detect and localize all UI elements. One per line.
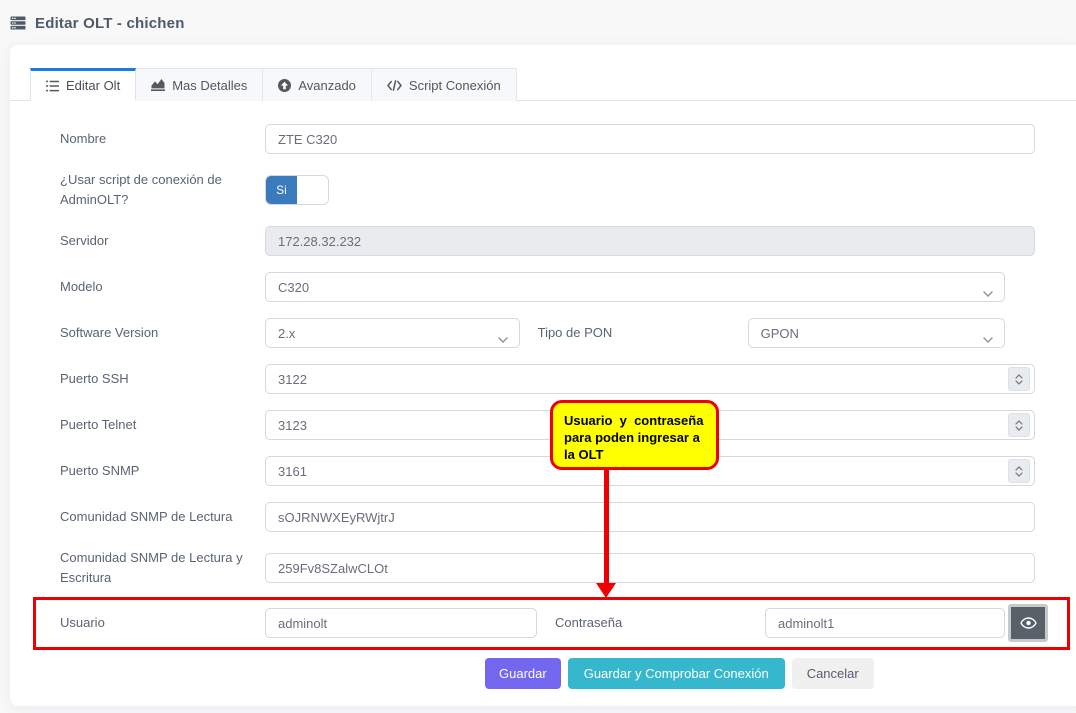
row-puerto-telnet: Puerto Telnet bbox=[60, 410, 1005, 440]
chevron-down-icon bbox=[498, 331, 508, 346]
row-puerto-ssh: Puerto SSH bbox=[60, 364, 1005, 394]
annotation-arrow bbox=[604, 470, 609, 584]
cancelar-button[interactable]: Cancelar bbox=[792, 658, 874, 689]
page-title: Editar OLT - chichen bbox=[35, 15, 185, 32]
puerto-ssh-label: Puerto SSH bbox=[60, 369, 265, 389]
comunidad-escritura-label: Comunidad SNMP de Lectura y Escritura bbox=[60, 548, 265, 588]
row-usuario-contrasena: Usuario Contraseña bbox=[60, 604, 1005, 642]
annotation-arrowhead bbox=[596, 583, 616, 598]
puerto-ssh-input[interactable] bbox=[265, 364, 1035, 394]
software-version-select[interactable]: 2.x bbox=[265, 318, 520, 348]
servidor-label: Servidor bbox=[60, 231, 265, 251]
callout-line: para poden ingresar a bbox=[564, 429, 710, 446]
arrow-circle-up-icon bbox=[278, 79, 291, 92]
form-actions: Guardar Guardar y Comprobar Conexión Can… bbox=[485, 658, 1005, 689]
tab-avanzado[interactable]: Avanzado bbox=[263, 68, 372, 101]
software-version-value: 2.x bbox=[278, 326, 295, 341]
number-stepper[interactable] bbox=[1008, 367, 1030, 391]
comunidad-escritura-input[interactable] bbox=[265, 553, 1035, 583]
usar-script-label: ¿Usar script de conexión de AdminOLT? bbox=[60, 170, 265, 210]
usar-script-toggle[interactable]: Si bbox=[265, 175, 329, 205]
toggle-off-segment bbox=[297, 176, 328, 204]
server-icon bbox=[10, 16, 26, 31]
chevron-down-icon bbox=[983, 331, 993, 346]
callout-line: la OLT bbox=[564, 446, 710, 463]
tipo-pon-select[interactable]: GPON bbox=[748, 318, 1005, 348]
puerto-telnet-label: Puerto Telnet bbox=[60, 415, 265, 435]
edit-olt-card: Editar Olt Mas Detalles Avanzado Script … bbox=[10, 45, 1076, 706]
callout-line: Usuario y contraseña bbox=[564, 412, 710, 429]
edit-olt-form: Nombre ¿Usar script de conexión de Admin… bbox=[10, 101, 1005, 689]
usuario-label: Usuario bbox=[60, 613, 265, 633]
show-password-button[interactable] bbox=[1008, 604, 1048, 642]
list-icon bbox=[46, 80, 59, 92]
modelo-label: Modelo bbox=[60, 277, 265, 297]
tipo-pon-label: Tipo de PON bbox=[520, 323, 748, 343]
number-stepper[interactable] bbox=[1008, 459, 1030, 483]
software-version-label: Software Version bbox=[60, 323, 265, 343]
chart-area-icon bbox=[151, 79, 165, 91]
servidor-input bbox=[265, 226, 1035, 256]
tab-label: Mas Detalles bbox=[172, 78, 247, 93]
row-servidor: Servidor bbox=[60, 226, 1005, 256]
eye-icon bbox=[1020, 617, 1037, 629]
row-modelo: Modelo C320 bbox=[60, 272, 1005, 302]
tab-label: Avanzado bbox=[298, 78, 356, 93]
comunidad-lectura-label: Comunidad SNMP de Lectura bbox=[60, 507, 265, 527]
puerto-snmp-label: Puerto SNMP bbox=[60, 461, 265, 481]
contrasena-input[interactable] bbox=[765, 608, 1005, 638]
modelo-select-value: C320 bbox=[278, 280, 309, 295]
tab-bar: Editar Olt Mas Detalles Avanzado Script … bbox=[10, 68, 1076, 101]
code-icon bbox=[387, 80, 402, 91]
annotation-callout: Usuario y contraseña para poden ingresar… bbox=[550, 400, 719, 470]
guardar-comprobar-button[interactable]: Guardar y Comprobar Conexión bbox=[568, 658, 785, 689]
toggle-on-segment: Si bbox=[266, 176, 297, 204]
tab-label: Editar Olt bbox=[66, 78, 120, 93]
page-header: Editar OLT - chichen bbox=[0, 0, 1076, 36]
chevron-down-icon bbox=[983, 285, 993, 300]
nombre-input[interactable] bbox=[265, 124, 1035, 154]
nombre-label: Nombre bbox=[60, 129, 265, 149]
modelo-select[interactable]: C320 bbox=[265, 272, 1005, 302]
row-nombre: Nombre bbox=[60, 124, 1005, 154]
usuario-input[interactable] bbox=[265, 608, 537, 638]
tab-script-conexion[interactable]: Script Conexión bbox=[372, 68, 517, 101]
comunidad-lectura-input[interactable] bbox=[265, 502, 1035, 532]
tipo-pon-value: GPON bbox=[761, 326, 799, 341]
row-puerto-snmp: Puerto SNMP bbox=[60, 456, 1005, 486]
tab-mas-detalles[interactable]: Mas Detalles bbox=[136, 68, 263, 101]
tab-editar-olt[interactable]: Editar Olt bbox=[30, 68, 136, 101]
number-stepper[interactable] bbox=[1008, 413, 1030, 437]
guardar-button[interactable]: Guardar bbox=[485, 658, 561, 689]
row-comunidad-escritura: Comunidad SNMP de Lectura y Escritura bbox=[60, 548, 1005, 588]
row-software-pon: Software Version 2.x Tipo de PON GPON bbox=[60, 318, 1005, 348]
row-usar-script: ¿Usar script de conexión de AdminOLT? Si bbox=[60, 170, 1005, 210]
password-group bbox=[765, 604, 1048, 642]
tab-label: Script Conexión bbox=[409, 78, 501, 93]
contrasena-label: Contraseña bbox=[537, 613, 765, 633]
row-comunidad-lectura: Comunidad SNMP de Lectura bbox=[60, 502, 1005, 532]
